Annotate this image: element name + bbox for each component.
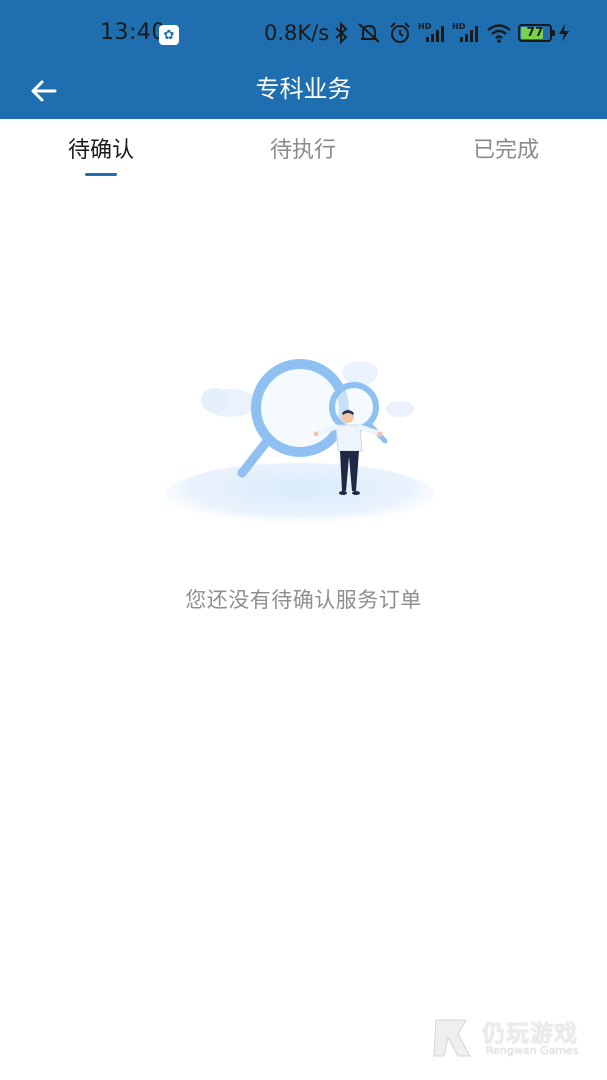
wifi-icon [487,24,511,43]
svg-text:HD: HD [418,22,432,31]
network-speed: 0.8K/s [264,21,330,45]
status-icons: HD HD 77 [332,20,570,46]
watermark-subtitle: Rengwan Games [486,1044,579,1057]
watermark-title: 仍玩游戏 [482,1021,578,1047]
tab-label: 待执行 [269,138,336,163]
status-time: 13:40 [100,20,166,45]
tab-bar: 待确认 待执行 已完成 [0,119,607,179]
status-bar: 13:40 ✿ 0.8K/s HD HD 77 [0,0,607,65]
empty-state-message: 您还没有待确认服务订单 [185,588,422,612]
battery-icon: 77 [518,24,555,42]
tab-pending-execute[interactable]: 待执行 [202,119,404,179]
signal-hd-icon: HD [452,22,478,42]
mute-icon [358,23,380,43]
watermark-logo-icon [433,1019,471,1057]
signal-hd-icon: HD [418,22,444,42]
alarm-icon [390,22,410,43]
svg-text:HD: HD [452,22,466,31]
tab-pending-confirm[interactable]: 待确认 [0,119,202,179]
app-bar: 专科业务 [0,65,607,119]
gear-icon: ✿ [159,25,179,45]
active-tab-indicator [85,173,117,176]
tab-label: 待确认 [67,138,134,163]
charging-icon [559,24,569,42]
empty-state-illustration [165,359,435,527]
watermark: 仍玩游戏 Rengwan Games [430,1012,600,1062]
tab-label: 已完成 [472,138,539,163]
battery-level: 77 [526,25,544,39]
bluetooth-icon [335,21,348,45]
page-title: 专科业务 [255,75,352,103]
tab-completed[interactable]: 已完成 [405,119,607,179]
